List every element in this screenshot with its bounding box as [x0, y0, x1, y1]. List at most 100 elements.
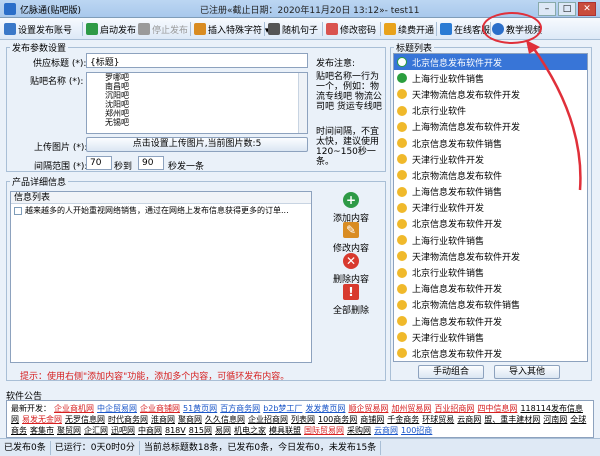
title-list-item[interactable]: 上海行业软件销售: [394, 232, 587, 248]
news-link[interactable]: 加州贸易网: [391, 404, 431, 413]
source-title-input[interactable]: {标题}: [86, 53, 308, 68]
title-list-item[interactable]: 北京行业软件销售: [394, 264, 587, 280]
news-link[interactable]: 易网: [215, 426, 231, 435]
title-list-item[interactable]: 天津物流信息发布软件开发: [394, 248, 587, 264]
news-link[interactable]: 100招商: [401, 426, 432, 435]
highlight-ellipse: [482, 12, 542, 44]
news-link[interactable]: 易发无金网: [22, 415, 62, 424]
news-link[interactable]: 商铺网: [360, 415, 384, 424]
news-link[interactable]: 千金商务: [387, 415, 419, 424]
title-list-item[interactable]: 天津物流信息发布软件开发: [394, 86, 587, 102]
start-publish-button[interactable]: 启动发布: [86, 21, 136, 37]
news-link[interactable]: 100商务网: [318, 415, 357, 424]
title-list-item[interactable]: 上海信息发布软件开发: [394, 313, 587, 329]
news-link[interactable]: 迅吧网: [111, 426, 135, 435]
news-link[interactable]: 百业招商网: [434, 404, 474, 413]
title-list-item[interactable]: 北京信息发布软件开发: [394, 54, 587, 71]
minimize-button[interactable]: –: [538, 2, 556, 16]
title-list-label: 北京信息发布软件开发: [412, 349, 503, 360]
info-list-row[interactable]: 越来越多的人开始重视网络销售，通过在网络上发布信息获得更多的订单...: [11, 204, 311, 218]
scrollbar[interactable]: [298, 73, 307, 133]
news-link[interactable]: 河南网: [543, 415, 567, 424]
title-list-label: 北京信息发布软件销售: [412, 139, 503, 150]
renew-button[interactable]: 续费开通: [384, 21, 434, 37]
news-link[interactable]: 818V: [165, 426, 186, 435]
group-title: 产品详细信息: [10, 175, 69, 188]
news-link[interactable]: 云商网: [374, 426, 398, 435]
news-link[interactable]: 企业招商网: [248, 415, 288, 424]
title-list-label: 上海行业软件销售: [412, 236, 485, 247]
news-link[interactable]: 国际贸易网: [304, 426, 344, 435]
delete-content-button[interactable]: ✕ 删除内容: [320, 253, 382, 285]
title-list-item[interactable]: 上海信息发布软件开发: [394, 281, 587, 297]
title-list-item[interactable]: 天津行业软件开发: [394, 151, 587, 167]
title-list-item[interactable]: 北京物流信息发布软件销售: [394, 297, 587, 313]
news-link[interactable]: 客集市: [30, 426, 54, 435]
status-icon: [397, 316, 407, 327]
news-link[interactable]: 中商网: [138, 426, 162, 435]
upload-image-button[interactable]: 点击设置上传图片,当前图片数:5: [86, 137, 308, 152]
title-list-item[interactable]: 天津行业软件开发: [394, 200, 587, 216]
status-published: 已发布0条: [0, 440, 51, 455]
news-link[interactable]: 无罗信息网: [65, 415, 105, 424]
news-link[interactable]: 盟、重丰建材网: [484, 415, 540, 424]
title-list-item[interactable]: 上海信息发布软件销售: [394, 184, 587, 200]
news-link[interactable]: 企业商机网: [54, 404, 94, 413]
news-link[interactable]: b2b梦工厂: [263, 404, 302, 413]
news-link[interactable]: 列表网: [291, 415, 315, 424]
news-link[interactable]: 采购网: [347, 426, 371, 435]
news-link[interactable]: 淮商网: [151, 415, 175, 424]
news-link[interactable]: 聚贸网: [57, 426, 81, 435]
delete-all-button[interactable]: ! 全部删除: [320, 284, 382, 316]
news-link[interactable]: 久久信息网: [205, 415, 245, 424]
title-list-item[interactable]: 北京信息发布软件开发: [394, 216, 587, 232]
interval-from-input[interactable]: 70: [86, 156, 112, 170]
title-list-label: 天津物流信息发布软件开发: [412, 252, 521, 263]
title-list-item[interactable]: 上海物流信息发布软件开发: [394, 119, 587, 135]
status-running: 已运行：0天0时0分: [51, 440, 140, 455]
row-checkbox[interactable]: [14, 207, 22, 215]
status-icon: [397, 235, 407, 246]
manual-combine-button[interactable]: 手动组合: [418, 365, 484, 379]
tieba-name-textarea[interactable]: 罗哪吧 南昌吧 沉阳吧 沈阳吧 郑州吧 无锡吧: [86, 72, 308, 134]
news-link[interactable]: 模具联盟: [269, 426, 301, 435]
news-link[interactable]: 发发黄页网: [305, 404, 345, 413]
news-link[interactable]: 顺企贸易网: [348, 404, 388, 413]
title-list-item[interactable]: 北京行业软件: [394, 103, 587, 119]
news-link[interactable]: 机电之家: [234, 426, 266, 435]
interval-to-input[interactable]: 90: [138, 156, 164, 170]
title-list-item[interactable]: 北京物流信息发布软件: [394, 167, 587, 183]
news-link[interactable]: 环球贸易: [422, 415, 454, 424]
status-icon: [397, 154, 407, 165]
insert-special-char-button[interactable]: 插入特殊字符 ▾: [194, 21, 269, 37]
status-icon: [397, 170, 407, 181]
change-password-button[interactable]: 修改密码: [326, 21, 376, 37]
info-list[interactable]: 信息列表 越来越多的人开始重视网络销售，通过在网络上发布信息获得更多的订单...: [10, 191, 312, 363]
app-icon: [4, 3, 16, 15]
title-list-item[interactable]: 天津行业软件销售: [394, 329, 587, 345]
news-link[interactable]: 聚商网: [178, 415, 202, 424]
insert-icon: [194, 23, 206, 35]
news-link[interactable]: 中企贸易网: [97, 404, 137, 413]
news-link[interactable]: 时代商务网: [108, 415, 148, 424]
stop-publish-button[interactable]: 停止发布: [138, 21, 188, 37]
set-account-button[interactable]: 设置发布账号: [4, 21, 72, 37]
news-link[interactable]: 云商网: [457, 415, 481, 424]
news-link[interactable]: 百方商务网: [220, 404, 260, 413]
news-link[interactable]: 815网: [189, 426, 212, 435]
title-list-item[interactable]: 北京信息发布软件销售: [394, 135, 587, 151]
maximize-button[interactable]: □: [558, 2, 576, 16]
status-icon: [397, 332, 407, 343]
news-link[interactable]: 企汇网: [84, 426, 108, 435]
title-list-item[interactable]: 北京信息发布软件开发: [394, 345, 587, 361]
close-button[interactable]: ✕: [578, 2, 596, 16]
news-link[interactable]: 51黄页网: [183, 404, 217, 413]
news-link[interactable]: 四中信息网: [477, 404, 517, 413]
add-content-button[interactable]: + 添加内容: [320, 192, 382, 224]
random-sentence-button[interactable]: 随机句子: [268, 21, 318, 37]
edit-content-button[interactable]: ✎ 修改内容: [320, 222, 382, 254]
title-list[interactable]: 北京信息发布软件开发 上海行业软件销售 天津物流信息发布软件开发 北京行业软件 上海物流…: [393, 53, 588, 362]
import-other-button[interactable]: 导入其他: [494, 365, 560, 379]
title-list-item[interactable]: 上海行业软件销售: [394, 70, 587, 86]
news-link[interactable]: 企业商铺网: [140, 404, 180, 413]
